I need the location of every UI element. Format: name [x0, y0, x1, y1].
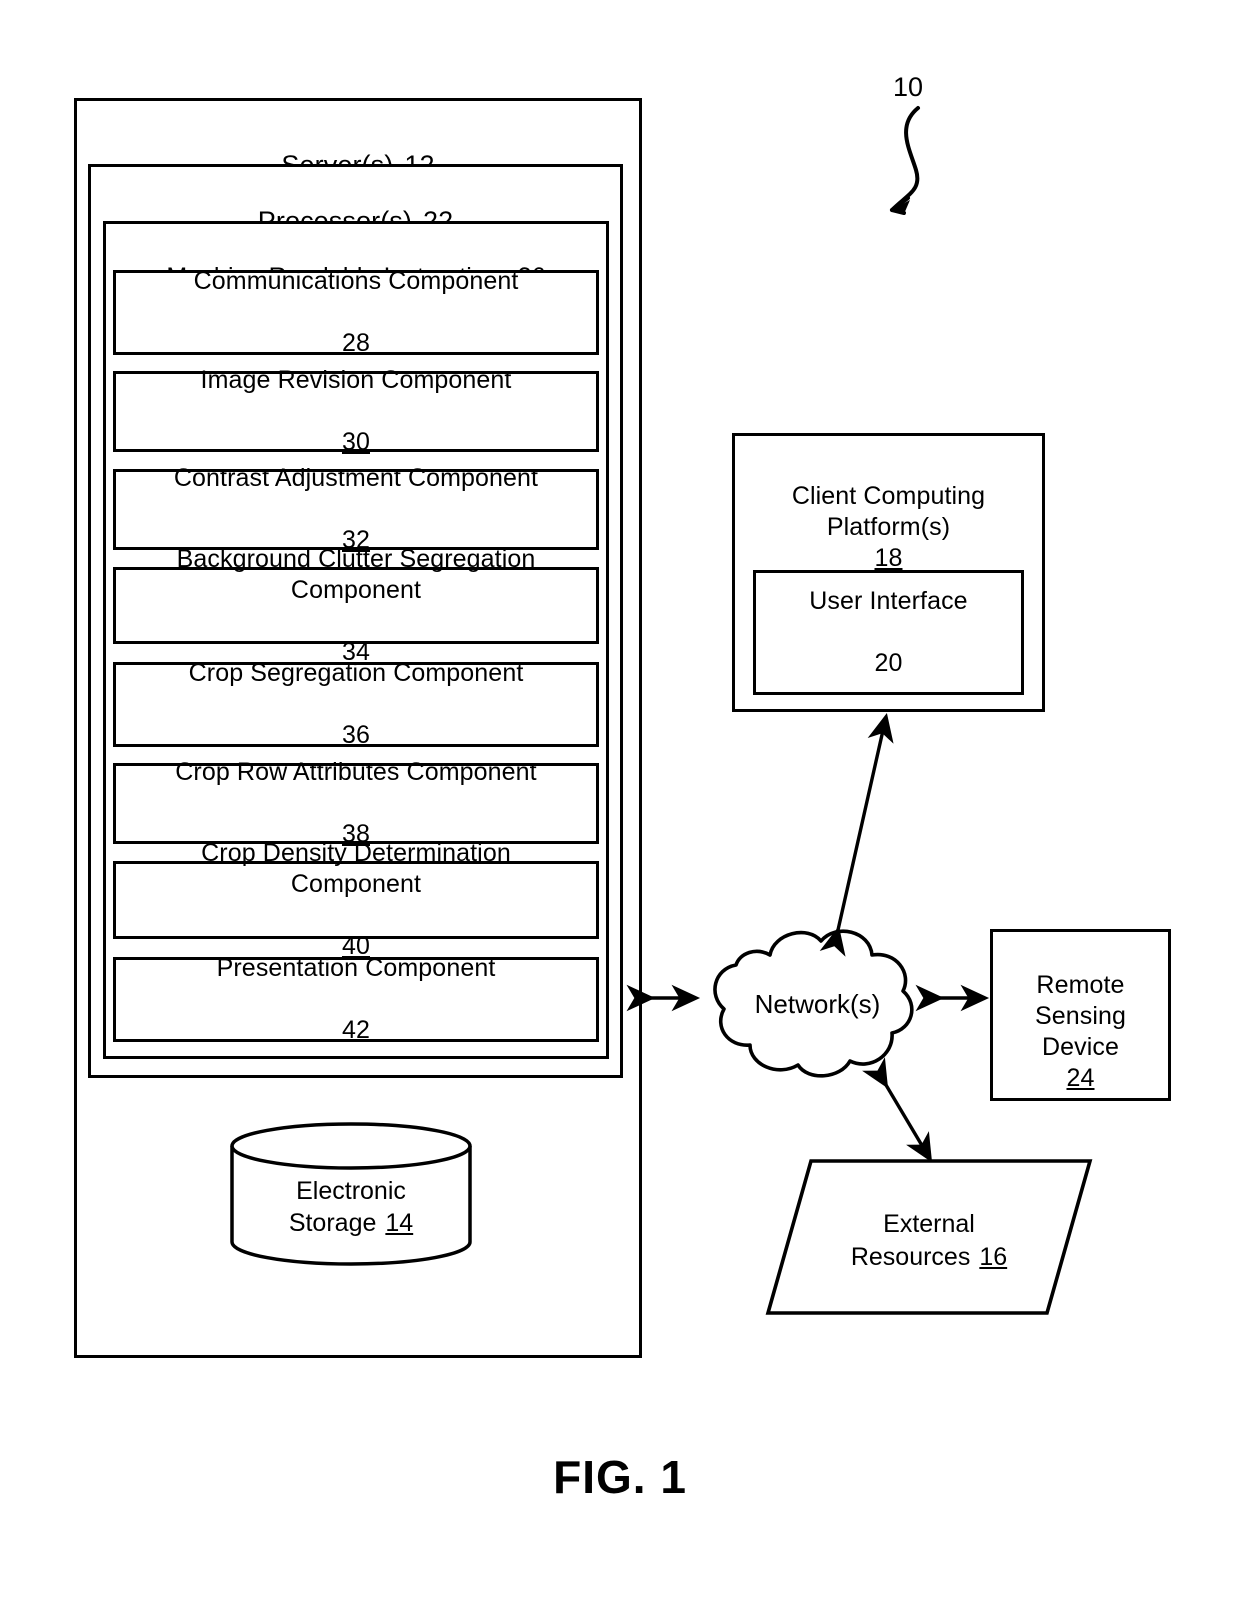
external-resources-shape[interactable]: External Resources 16	[765, 1158, 1093, 1316]
remote-sensing-device-ref: 24	[990, 1032, 1171, 1094]
electronic-storage-ref: 14	[385, 1209, 414, 1237]
user-interface-box[interactable]: User Interface 20	[753, 570, 1024, 695]
crop-density-determination-component-text: Crop Density Determination Component	[201, 839, 511, 898]
external-resources-text: External Resources	[850, 1210, 975, 1271]
external-resources-label: External Resources 16	[765, 1208, 1093, 1274]
user-interface-label: User Interface 20	[809, 555, 967, 710]
crop-row-attributes-component-text: Crop Row Attributes Component	[175, 758, 537, 786]
system-ref-label: 10	[893, 72, 923, 103]
electronic-storage-label: Electronic Storage 14	[228, 1175, 474, 1239]
figure-canvas: Server(s)12 Processor(s)22 Machine Reada…	[0, 0, 1240, 1622]
electronic-storage-cylinder: Electronic Storage 14	[228, 1120, 474, 1268]
contrast-adjustment-component-text: Contrast Adjustment Component	[173, 464, 539, 492]
system-ref-text: 10	[893, 72, 924, 102]
presentation-component-box[interactable]: Presentation Component 42	[113, 954, 599, 1044]
user-interface-ref: 20	[874, 649, 903, 677]
crop-segregation-component-text: Crop Segregation Component	[188, 659, 524, 687]
image-revision-component-text: Image Revision Component	[200, 366, 512, 394]
system-leader-squiggle-arrow	[860, 100, 940, 220]
user-interface-text: User Interface	[809, 587, 968, 615]
presentation-component-text: Presentation Component	[216, 954, 496, 982]
network-cloud: Network(s)	[700, 915, 935, 1085]
network-label: Network(s)	[700, 989, 935, 1020]
presentation-component-label: Presentation Component 42	[217, 922, 496, 1077]
figure-caption: FIG. 1	[0, 1450, 1240, 1504]
arrow-network-client-platform	[819, 713, 894, 957]
figure-caption-text: FIG. 1	[553, 1451, 687, 1503]
network-text: Network(s)	[754, 989, 881, 1019]
background-clutter-segregation-component-text: Background Clutter Segregation Component	[176, 544, 536, 604]
external-resources-ref: 16	[979, 1243, 1008, 1271]
communications-component-text: Communications Component	[193, 267, 519, 295]
remote-sensing-device-ref-text: 24	[1066, 1064, 1095, 1092]
arrow-network-external-resources	[862, 1057, 933, 1163]
presentation-component-ref: 42	[341, 1016, 370, 1044]
